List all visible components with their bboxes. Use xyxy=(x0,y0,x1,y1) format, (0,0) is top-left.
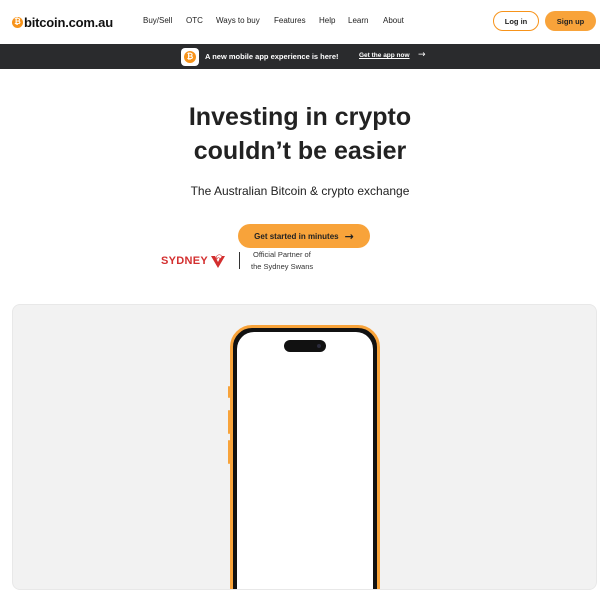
arrow-right-icon: → xyxy=(344,229,354,243)
partner-divider xyxy=(239,252,240,269)
nav-item-learn[interactable]: Learn xyxy=(348,16,368,25)
nav-item-ways-to-buy[interactable]: Ways to buy xyxy=(216,16,260,25)
app-announcement-banner: ₿ A new mobile app experience is here! G… xyxy=(0,44,600,69)
nav-item-about[interactable]: About xyxy=(383,16,404,25)
signup-button[interactable]: Sign up xyxy=(545,11,596,31)
hero-title-line-1: Investing in crypto xyxy=(188,103,412,131)
get-started-label: Get started in minutes xyxy=(254,231,339,241)
arrow-right-icon[interactable]: → xyxy=(418,50,426,60)
banner-text: A new mobile app experience is here! xyxy=(205,52,339,61)
login-button[interactable]: Log in xyxy=(493,11,539,31)
swan-icon xyxy=(211,254,226,268)
nav-item-help[interactable]: Help xyxy=(319,16,335,25)
sydney-swans-logo[interactable]: SYDNEY xyxy=(161,253,226,269)
phone-mockup xyxy=(228,325,380,589)
hero-subtitle: The Australian Bitcoin & crypto exchange xyxy=(190,184,410,198)
nav-item-features[interactable]: Features xyxy=(274,16,306,25)
phone-screen xyxy=(237,332,373,589)
partner-line-2: the Sydney Swans xyxy=(251,262,314,271)
sydney-wordmark: SYDNEY xyxy=(161,255,209,267)
bitcoin-app-icon: ₿ xyxy=(181,48,199,66)
phone-volume-up xyxy=(228,410,230,434)
get-app-link[interactable]: Get the app now xyxy=(359,52,410,59)
app-showcase-panel xyxy=(12,304,597,590)
camera-dot xyxy=(317,344,321,348)
nav-item-buy-sell[interactable]: Buy/Sell xyxy=(143,16,172,25)
hero-title: Investing in crypto couldn’t be easier xyxy=(0,100,600,168)
dynamic-island xyxy=(284,340,326,352)
get-started-button[interactable]: Get started in minutes → xyxy=(238,224,370,248)
partner-caption: Official Partner of the Sydney Swans xyxy=(251,249,313,273)
site-header: ₿ bitcoin.com.au Buy/Sell OTC Ways to bu… xyxy=(0,0,600,44)
nav-item-otc[interactable]: OTC xyxy=(186,16,203,25)
partner-line-1: Official Partner of xyxy=(253,250,311,259)
phone-side-button xyxy=(228,386,230,398)
hero-title-line-2: couldn’t be easier xyxy=(193,137,407,165)
phone-volume-down xyxy=(228,440,230,464)
